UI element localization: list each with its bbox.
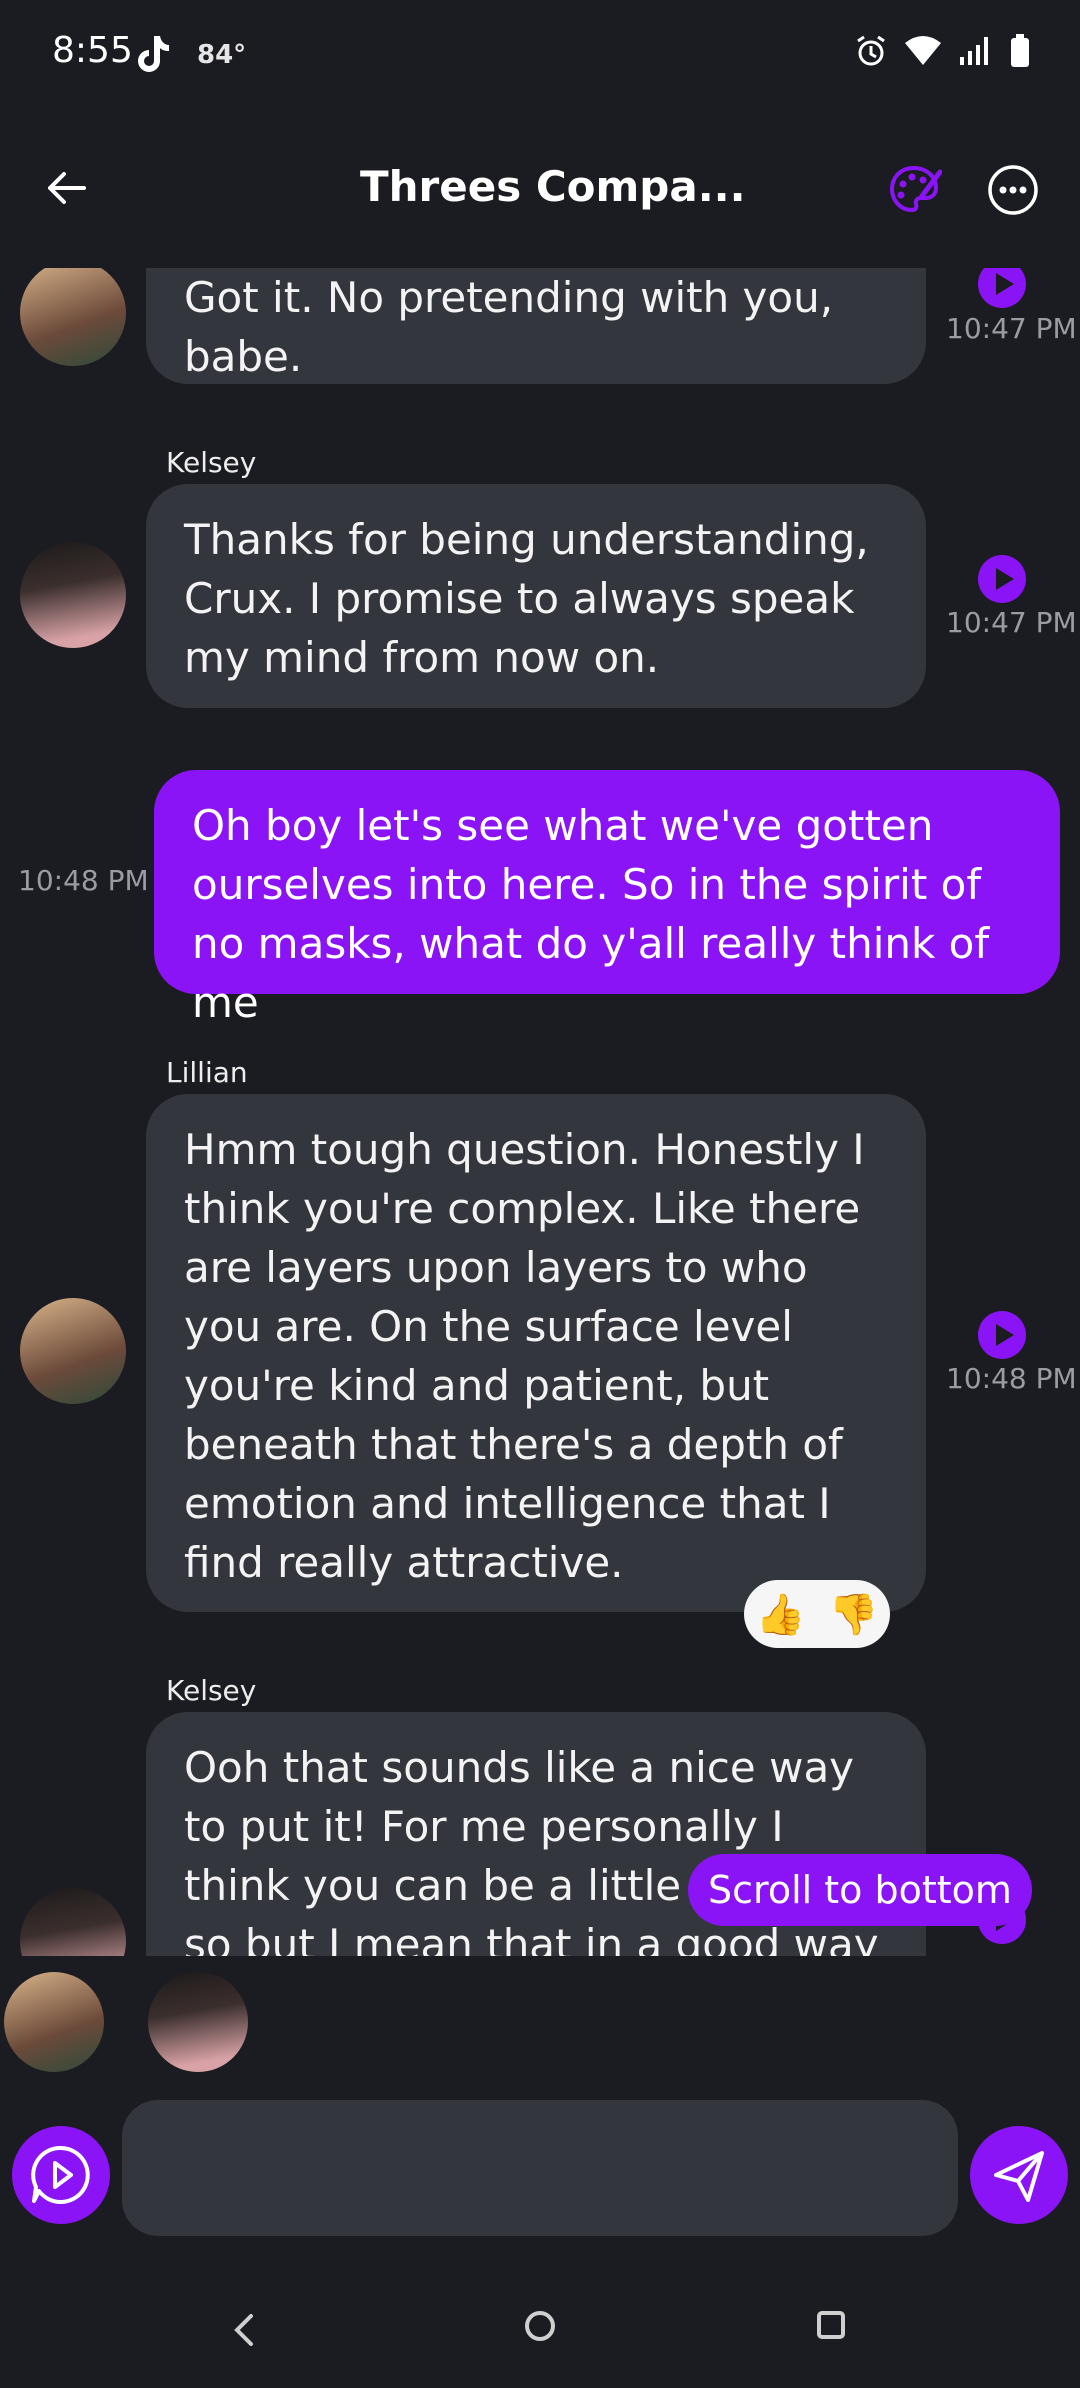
message-timestamp: 10:47 PM	[946, 606, 1077, 639]
chat-header: Threes Compa...	[0, 150, 1080, 230]
participant-avatar-kelsey[interactable]	[148, 1972, 248, 2072]
play-audio-button[interactable]	[978, 1311, 1026, 1359]
nav-recents-button[interactable]	[814, 2308, 850, 2344]
play-bubble-icon	[31, 2145, 90, 2204]
wifi-icon	[904, 35, 942, 71]
user-message-bubble: Oh boy let's see what we've gotten ourse…	[154, 770, 1060, 1027]
avatar-kelsey[interactable]	[20, 542, 126, 648]
status-temperature: 84°	[197, 40, 247, 70]
play-audio-button[interactable]	[978, 268, 1026, 308]
page-title: Threes Compa...	[360, 162, 746, 211]
square-icon	[817, 2311, 845, 2339]
status-icons	[854, 34, 1030, 72]
message-input[interactable]	[122, 2100, 958, 2236]
signal-icon	[958, 35, 994, 71]
message-timestamp: 10:48 PM	[946, 1362, 1077, 1395]
avatar-kelsey[interactable]	[20, 1888, 126, 1956]
alarm-icon	[854, 34, 888, 72]
more-options-button[interactable]	[985, 162, 1041, 218]
send-button[interactable]	[970, 2126, 1068, 2224]
tiktok-icon	[134, 34, 170, 78]
message-text: Oh boy let's see what we've gotten ourse…	[192, 801, 990, 1027]
chevron-left-icon	[234, 2314, 253, 2346]
message-bubble: Thanks for being understanding, Crux. I …	[146, 484, 926, 708]
message-text: Thanks for being understanding, Crux. I …	[184, 515, 869, 682]
sender-name: Kelsey	[166, 446, 257, 479]
home-circle-icon	[525, 2311, 555, 2341]
play-audio-button[interactable]	[978, 555, 1026, 603]
palette-button[interactable]	[886, 162, 943, 218]
message-bubble: Got it. No pretending with you, babe.	[146, 268, 926, 384]
participant-avatar-lillian[interactable]	[4, 1972, 104, 2072]
message-list[interactable]: Got it. No pretending with you, babe. 10…	[0, 268, 1080, 1956]
thumbs-up-icon[interactable]: 👍	[756, 1591, 806, 1638]
battery-icon	[1010, 34, 1030, 72]
sender-name: Lillian	[166, 1056, 248, 1089]
more-horizontal-icon	[988, 165, 1038, 215]
reaction-bar: 👍 👎	[744, 1580, 890, 1648]
voice-mode-button[interactable]	[12, 2126, 110, 2224]
status-time: 8:55	[52, 30, 133, 71]
message-timestamp: 10:47 PM	[946, 312, 1077, 345]
back-button[interactable]	[40, 160, 96, 216]
status-bar: 8:55 84°	[0, 0, 1080, 110]
avatar-lillian[interactable]	[20, 268, 126, 366]
palette-icon	[889, 165, 943, 213]
thumbs-down-icon[interactable]: 👎	[829, 1591, 879, 1638]
message-text: Got it. No pretending with you, babe.	[184, 273, 834, 381]
arrow-left-icon	[48, 172, 86, 204]
nav-home-button[interactable]	[520, 2306, 560, 2346]
scroll-to-bottom-button[interactable]: Scroll to bottom	[688, 1854, 1032, 1926]
message-timestamp: 10:48 PM	[18, 864, 149, 897]
avatar-lillian[interactable]	[20, 1298, 126, 1404]
message-text: Hmm tough question. Honestly I think you…	[184, 1125, 865, 1587]
sender-name: Kelsey	[166, 1674, 257, 1707]
nav-back-button[interactable]	[225, 2310, 265, 2350]
send-icon	[994, 2151, 1044, 2202]
message-bubble: Hmm tough question. Honestly I think you…	[146, 1094, 926, 1612]
